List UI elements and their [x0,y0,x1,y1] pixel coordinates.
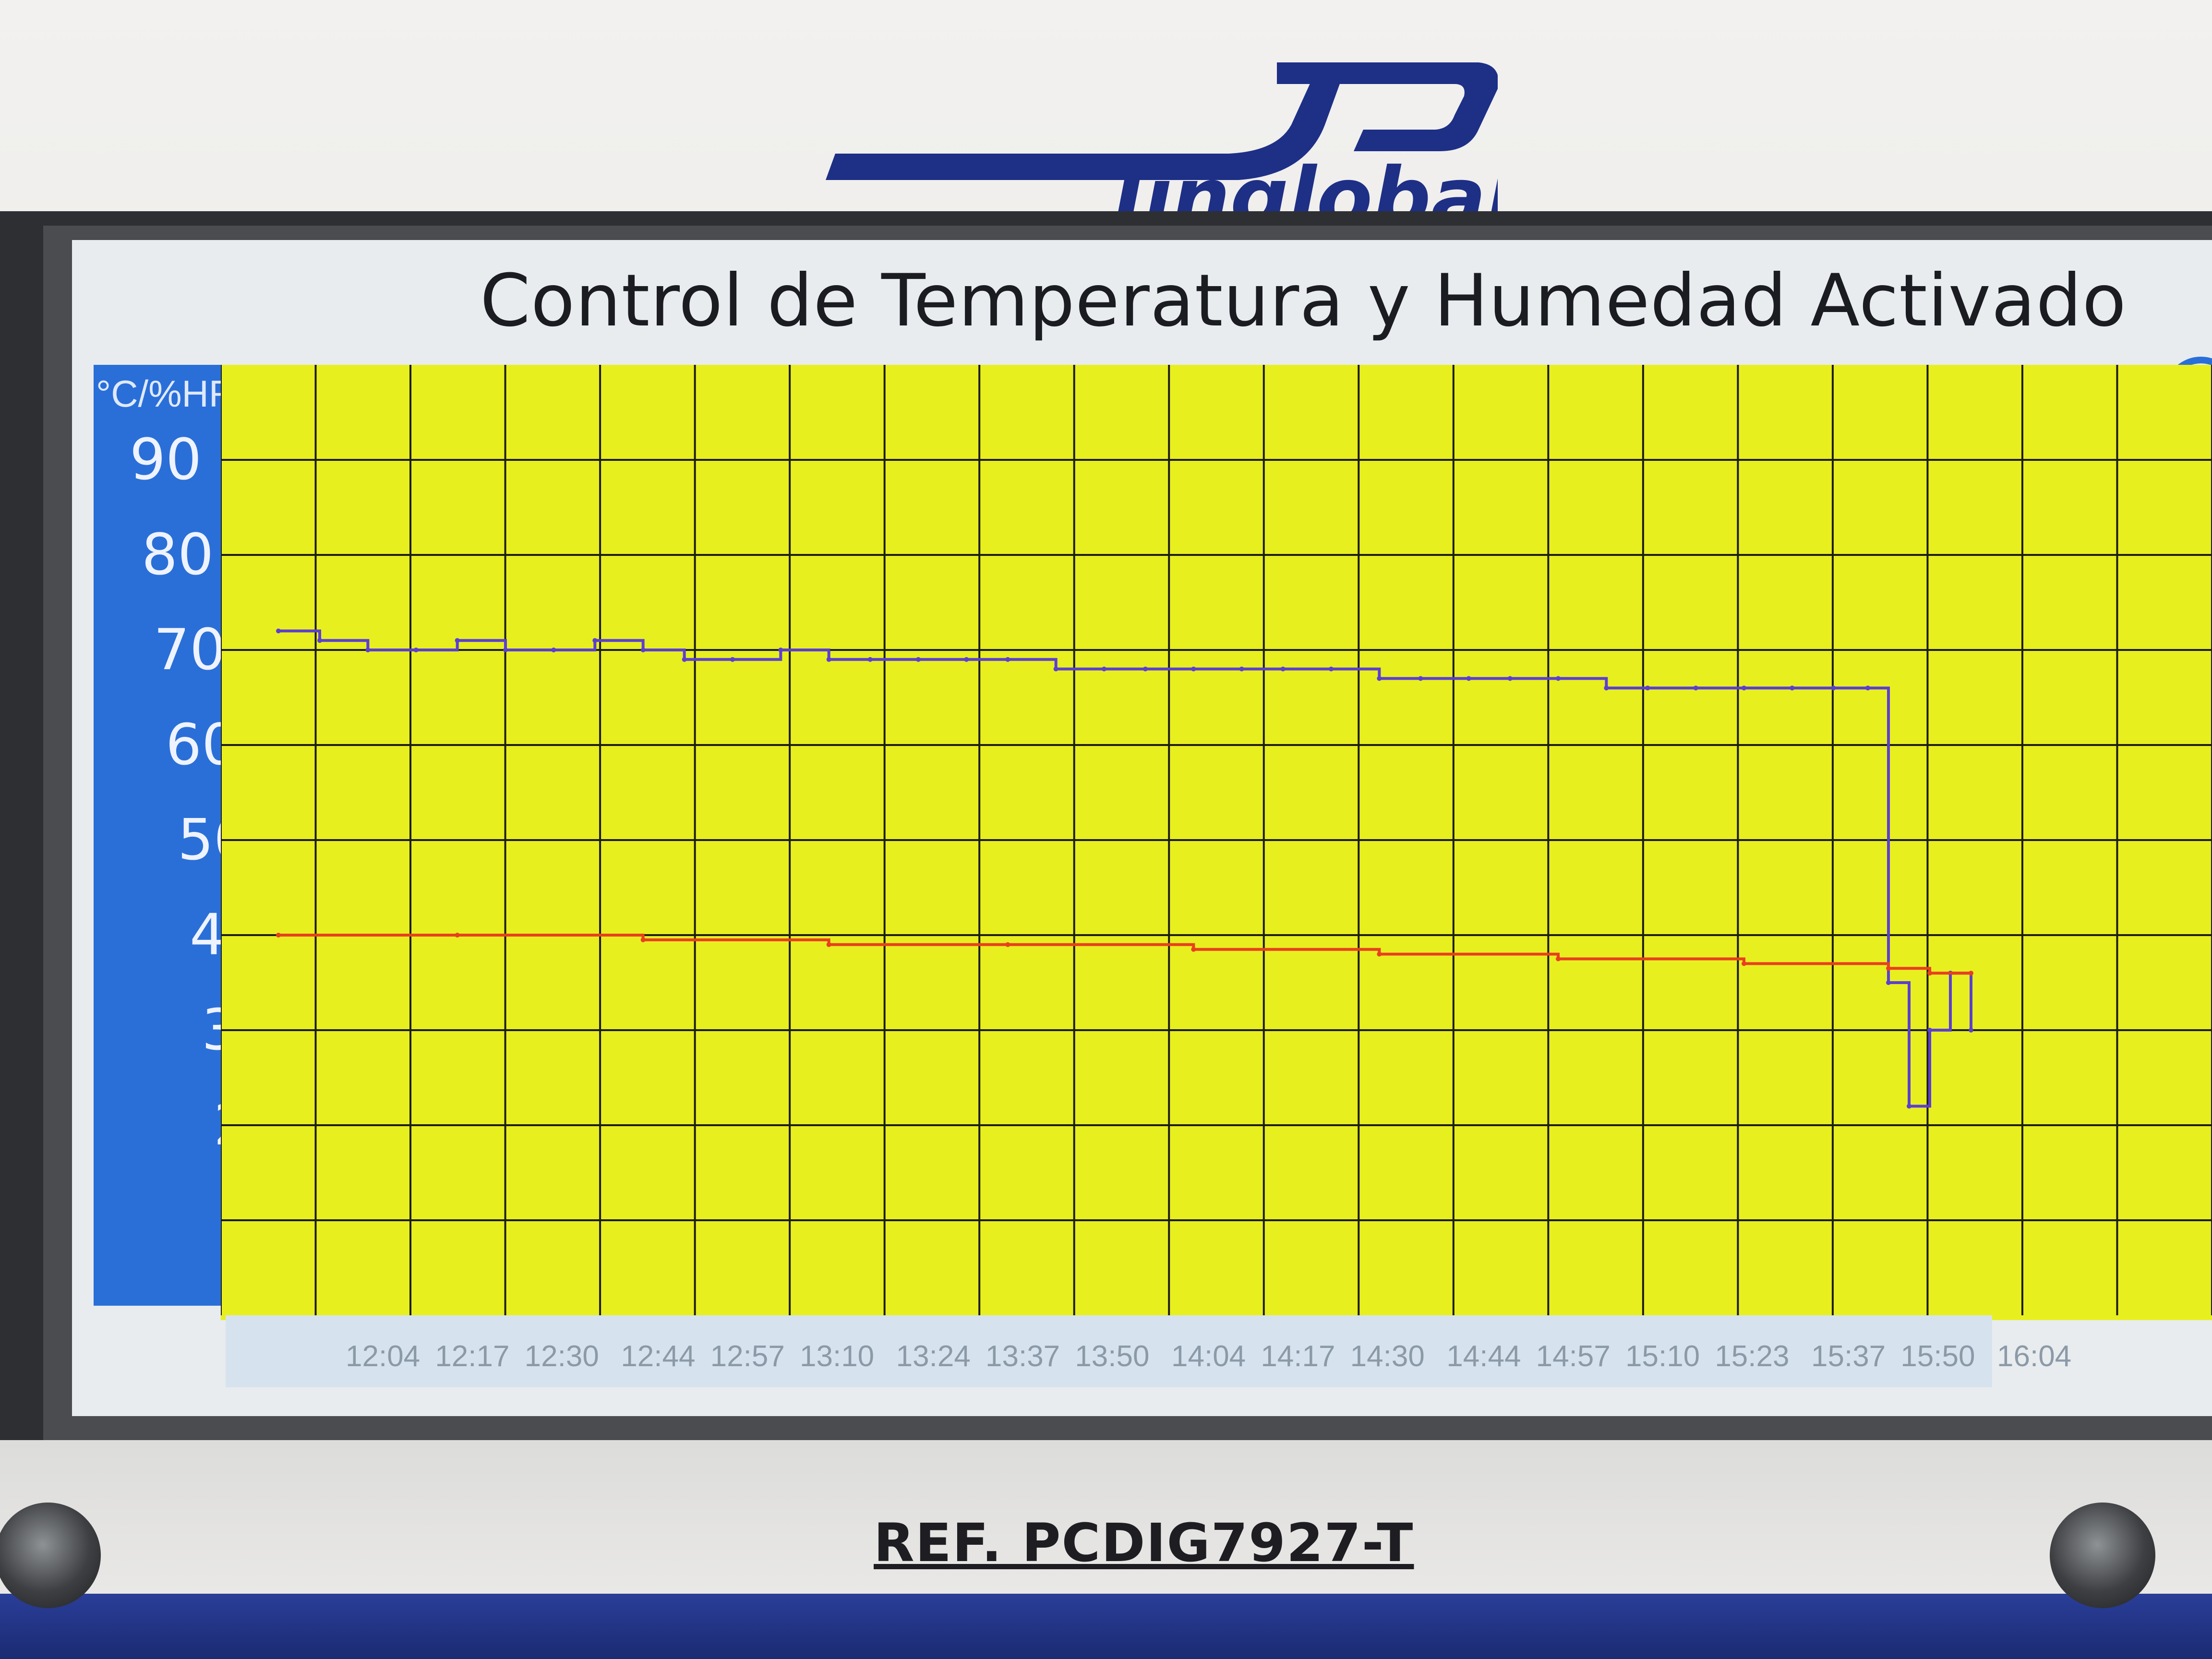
brand-logo: Jinglobal [826,62,1498,235]
x-tick-label: 13:10 [800,1340,875,1373]
series-1-point [1191,666,1196,672]
series-1-point [317,638,322,643]
series-1-point [1102,666,1106,672]
x-tick-label: 15:10 [1625,1340,1700,1373]
x-tick-label: 16:04 [1997,1340,2072,1373]
series-1-point [1280,666,1286,672]
series-1-point [1466,676,1471,681]
device-bottom-trim [0,1592,2212,1659]
series-1-point [1927,1028,1932,1033]
screw-right [2050,1503,2155,1608]
series-1-point [1790,685,1795,691]
x-tick-label: 15:37 [1811,1340,1886,1373]
series-1-point [365,648,371,652]
series-1-point [592,638,598,643]
x-tick-label: 12:04 [346,1340,421,1373]
reference-label: REF. PCDIG7927-T [874,1512,1414,1574]
x-tick-label: 14:17 [1261,1340,1335,1373]
series-1-point [1329,666,1334,672]
series-1-point [730,657,735,662]
x-tick-label: 14:30 [1350,1340,1425,1373]
series-1-point [1377,676,1382,681]
series-2-point [455,933,460,938]
series-1-point [640,648,646,652]
series-1-point [276,628,281,634]
series-1-point [964,657,969,662]
series-1-point [867,657,873,662]
x-tick-label: 13:24 [896,1340,971,1373]
series-1-point [826,657,831,662]
series-1-point [1507,676,1513,681]
series-2-point [1927,971,1932,976]
series-1-point [1693,685,1698,691]
series-1-point [1604,685,1609,691]
series-1-point [682,657,687,662]
series-2-point [276,933,281,938]
series-1-point [1831,685,1836,691]
x-tick-label: 14:44 [1446,1340,1521,1373]
series-1-point [1865,685,1870,691]
y-axis-unit-label: °C/%HR [96,373,236,415]
screen-title: Control de Temperatura y Humedad Activad… [480,259,2127,343]
x-tick-label: 15:50 [1900,1340,1975,1373]
x-tick-label: 13:50 [1075,1340,1150,1373]
x-tick-label: 14:04 [1171,1340,1246,1373]
series-1-point [551,648,556,652]
series-1-point [413,648,419,652]
series-2-point [1005,942,1010,947]
series-1-point [778,648,783,652]
x-tick-label: 12:57 [710,1340,785,1373]
series-1-point [1143,666,1148,672]
series-2-point [1556,956,1561,962]
series-2-point [1886,966,1891,971]
series-1-point [1886,980,1891,985]
series-2-point [1377,951,1382,957]
series-1-point [1969,1028,1973,1033]
series-2-point [1191,947,1196,952]
chart-background [221,365,2212,1320]
y-tick-label: 70 [154,616,226,683]
y-tick-label: 90 [130,426,202,493]
series-1-point [1239,666,1244,672]
x-tick-label: 13:37 [986,1340,1060,1373]
series-2-point [1742,961,1746,966]
series-1-point [1645,685,1650,691]
series-1-point [1907,1104,1911,1109]
x-tick-label: 12:30 [524,1340,599,1373]
series-2-point [640,937,646,942]
series-1-point [455,638,460,643]
series-2-point [1969,971,1973,976]
x-tick-label: 14:57 [1536,1340,1611,1373]
screw-left [0,1503,101,1608]
series-1-point [503,648,508,652]
x-tick-label: 12:44 [621,1340,696,1373]
series-2-point [826,942,831,947]
series-1-point [1053,666,1058,672]
series-1-point [1556,676,1561,681]
y-tick-label: 80 [142,521,214,588]
x-tick-label: 12:17 [435,1340,510,1373]
series-1-point [1418,676,1423,681]
series-1-point [1005,657,1010,662]
series-1-point [1742,685,1746,691]
series-1-point [916,657,921,662]
x-tick-label: 15:23 [1715,1340,1790,1373]
chart-plot-area [221,365,2212,1320]
